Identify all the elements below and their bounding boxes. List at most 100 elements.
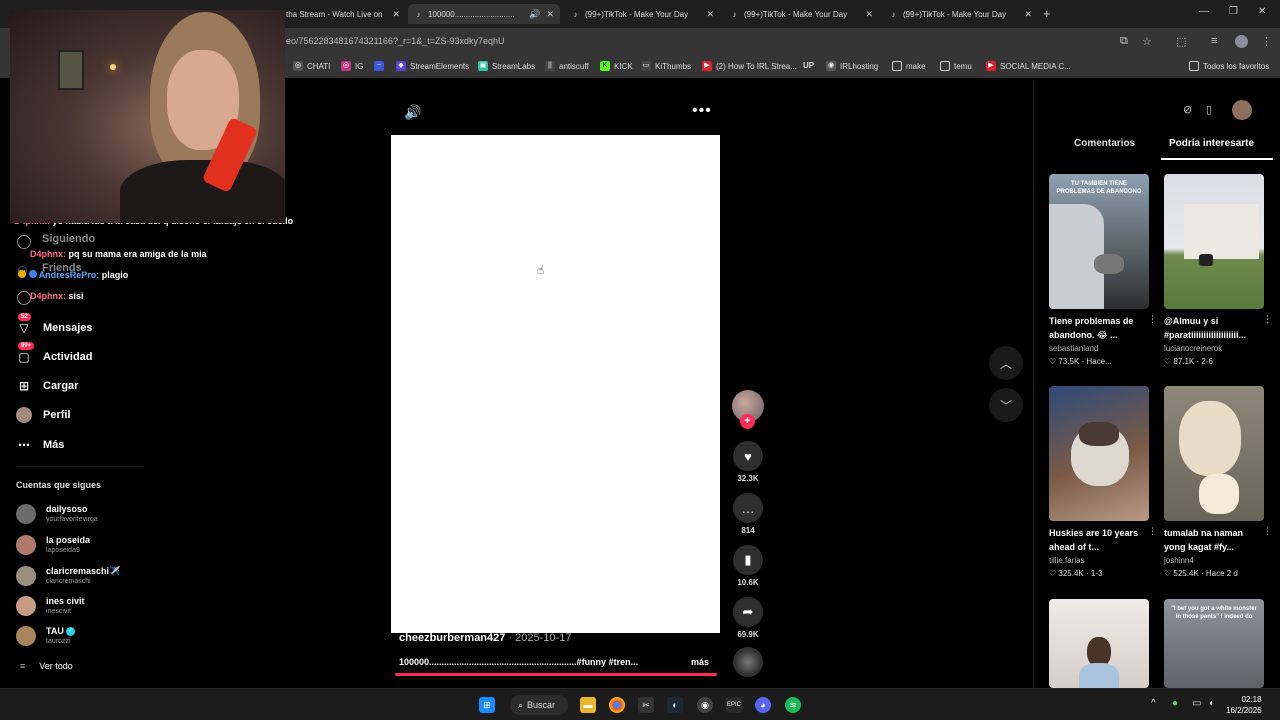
discord-icon[interactable]: ◕ xyxy=(755,697,771,713)
clock[interactable]: 02:18 16/2/2026 xyxy=(1226,694,1262,716)
all-bookmarks[interactable]: Todos los favoritos xyxy=(1189,61,1269,71)
video-thumbnail[interactable]: TU TAMBIEN TIENE PROBLEMAS DE ABANDONO xyxy=(1049,174,1149,309)
progress-bar[interactable] xyxy=(395,673,717,676)
share-action[interactable]: ➦ 69.9K xyxy=(733,597,763,639)
bookmark-item[interactable]: ◆ StreamElements xyxy=(396,61,469,71)
maximize-icon[interactable]: ❐ xyxy=(1229,6,1238,17)
tray-overflow-icon[interactable]: ^ xyxy=(1151,698,1156,709)
close-window-icon[interactable]: ✕ xyxy=(1258,6,1266,17)
bookmark-item[interactable]: ◉ IRLhosting xyxy=(826,61,878,71)
close-icon[interactable]: ✕ xyxy=(546,9,554,20)
bookmark-item[interactable]: ◎ CHATI xyxy=(293,61,330,71)
share-icon[interactable]: ➦ xyxy=(733,597,763,627)
browser-tab-active[interactable]: ♪ 100000........................... 🔊 ✕ xyxy=(408,4,560,24)
following-account[interactable]: la poseida laposeida9 xyxy=(16,535,90,555)
taskbar-search[interactable]: ⌕ Buscar xyxy=(510,695,568,715)
video-thumbnail[interactable] xyxy=(1049,386,1149,521)
nav-activity[interactable]: ▢ 99+ Actividad xyxy=(16,342,93,365)
media-icon[interactable]: ≡ xyxy=(1211,35,1217,47)
cast-icon[interactable]: ⧉ xyxy=(1120,35,1128,48)
video-tile[interactable]: Huskies are 10 years ahead of t... tilli… xyxy=(1049,386,1157,580)
epic-games-icon[interactable]: EPIC xyxy=(726,697,742,713)
bookmark-item[interactable]: ▭ KiThumbs xyxy=(641,61,691,71)
spotify-icon[interactable]: ≋ xyxy=(785,697,801,713)
previous-video-button[interactable]: ︿ xyxy=(989,346,1023,380)
video-tile[interactable]: tumalab na naman yong kagat #fy... joshi… xyxy=(1164,386,1272,580)
minimize-icon[interactable]: — xyxy=(1199,6,1209,17)
nav-more[interactable]: ⋯ Más xyxy=(16,437,64,453)
like-action[interactable]: ♥ 32.3K xyxy=(733,441,763,483)
video-tile[interactable]: "I bet you got a white monster in those … xyxy=(1164,599,1264,688)
browser-tab[interactable]: tha Stream - Watch Live on ✕ xyxy=(280,4,406,24)
music-disc-icon[interactable] xyxy=(733,647,763,677)
bookmark-item[interactable]: UP xyxy=(803,61,814,70)
video-player[interactable] xyxy=(391,135,720,633)
bookmark-item[interactable]: ◎ IG xyxy=(341,61,363,71)
see-all-link[interactable]: ≡ Ver todo xyxy=(20,661,73,671)
bookmark-folder[interactable]: temu xyxy=(940,61,972,71)
video-thumbnail[interactable] xyxy=(1164,174,1264,309)
network-icon[interactable]: ▭ xyxy=(1192,698,1201,709)
bookmark-star-icon[interactable]: ☆ xyxy=(1142,35,1152,48)
video-thumbnail[interactable] xyxy=(1164,386,1264,521)
windows-start-icon[interactable]: ⊞ xyxy=(479,697,495,713)
bookmark-icon[interactable]: ▮ xyxy=(733,545,763,575)
next-video-button[interactable]: ﹀ xyxy=(989,388,1023,422)
more-link[interactable]: más xyxy=(691,657,709,667)
nav-profile[interactable]: Perfil xyxy=(16,407,71,423)
new-tab-icon[interactable]: + xyxy=(1043,6,1051,21)
video-tile[interactable] xyxy=(1049,599,1149,688)
bookmark-item[interactable]: ▶ (2) How To IRL Strea... xyxy=(702,61,797,71)
capcut-icon[interactable]: ✂ xyxy=(638,697,654,713)
extensions-icon[interactable]: ⬚ xyxy=(1176,35,1186,48)
profile-avatar-icon[interactable] xyxy=(1235,35,1248,48)
bookmark-item[interactable]: ▣ StreamLabs xyxy=(478,61,535,71)
video-thumbnail[interactable] xyxy=(1049,599,1149,688)
file-explorer-icon[interactable]: ▬ xyxy=(580,697,596,713)
browser-tab[interactable]: ♪ (99+)TikTok - Make Your Day ✕ xyxy=(565,4,720,24)
close-icon[interactable]: ✕ xyxy=(392,9,400,20)
video-tile[interactable]: @Almuu y si #paratiiiiiiiiiiiiiiiiiii...… xyxy=(1164,174,1272,368)
follow-plus-icon[interactable]: + xyxy=(740,414,755,429)
more-options-icon[interactable]: ••• xyxy=(692,102,712,120)
following-account[interactable]: ines civit inescivit xyxy=(16,596,85,616)
bookmark-item[interactable]: ▶ SOCIAL MEDIA C... xyxy=(986,61,1071,71)
mic-icon[interactable]: ● xyxy=(1172,698,1178,709)
speaker-icon[interactable]: 🔊 xyxy=(529,9,540,20)
url-field[interactable]: eo/7562283481674321166?_r=1&_t=ZS-93xdky… xyxy=(286,36,505,46)
more-options-icon[interactable]: ⋮ xyxy=(1148,526,1157,537)
nav-upload[interactable]: ⊞ Cargar xyxy=(16,378,79,394)
obs-icon[interactable]: ◉ xyxy=(697,697,713,713)
volume-tray-icon[interactable]: ◖ xyxy=(1208,698,1214,709)
video-author[interactable]: cheezburberman427 · 2025-10-17 xyxy=(399,632,571,644)
more-options-icon[interactable]: ⋮ xyxy=(1148,314,1157,325)
heart-icon[interactable]: ♥ xyxy=(733,441,763,471)
more-options-icon[interactable]: ⋮ xyxy=(1263,314,1272,325)
phone-icon[interactable]: ▯ xyxy=(1206,103,1212,116)
more-options-icon[interactable]: ⋮ xyxy=(1263,526,1272,537)
nav-messages[interactable]: ▽ 52 Mensajes xyxy=(16,313,93,336)
user-avatar[interactable] xyxy=(1232,100,1252,120)
video-tile[interactable]: TU TAMBIEN TIENE PROBLEMAS DE ABANDONO T… xyxy=(1049,174,1157,368)
browser-tab[interactable]: ♪ (99+)TikTok - Make Your Day ✕ xyxy=(724,4,879,24)
comment-icon[interactable]: … xyxy=(733,493,763,523)
volume-icon[interactable]: 🔊 xyxy=(404,104,421,121)
following-account[interactable]: dailysoso yourfavoritevirga xyxy=(16,504,98,524)
save-action[interactable]: ▮ 10.6K xyxy=(733,545,763,587)
close-icon[interactable]: ✕ xyxy=(1024,9,1032,20)
close-icon[interactable]: ✕ xyxy=(706,9,714,20)
following-account[interactable]: TAU ✓ taurozzi xyxy=(16,626,75,646)
bookmark-folder[interactable]: make xyxy=(892,61,926,71)
close-icon[interactable]: ✕ xyxy=(865,9,873,20)
following-account[interactable]: claricremaschi✈️ claricremaschi xyxy=(16,566,120,586)
nav-following[interactable]: Siguiendo xyxy=(42,233,95,245)
compass-icon[interactable]: ⊘ xyxy=(1183,103,1192,116)
video-thumbnail[interactable]: "I bet you got a white monster in those … xyxy=(1164,599,1264,688)
comment-action[interactable]: … 814 xyxy=(733,493,763,535)
bookmark-item[interactable]: K KICK xyxy=(600,61,633,71)
browser-tab[interactable]: ♪ (99+)TikTok - Make Your Day ✕ xyxy=(883,4,1038,24)
bookmark-item[interactable]: || antiscuff xyxy=(545,61,589,71)
bookmark-item[interactable]: ~ xyxy=(374,61,388,71)
tab-comments[interactable]: Comentarios xyxy=(1074,138,1135,149)
menu-icon[interactable]: ⋮ xyxy=(1261,35,1272,48)
